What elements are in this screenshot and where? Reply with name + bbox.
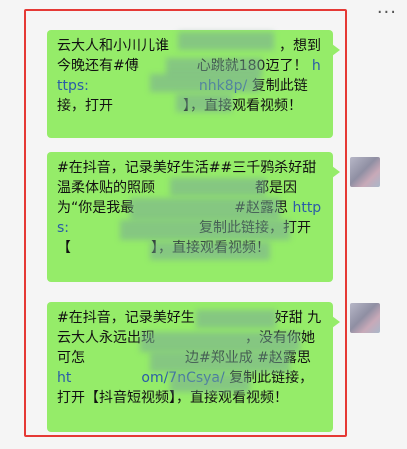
message-bubble-2[interactable]: #在抖音，记录美好生活##三千鸦杀好甜 温柔体贴的照顾 都是因为“你是我最 #赵露思… (47, 152, 340, 282)
message-bubble-1[interactable]: 云大人和小川儿谁 ，想到今晚还有#傅 心跳就180迈了！ https: nhk8p/ … (47, 30, 340, 138)
message-2-text-e: 】，直接观看视频！ (151, 240, 270, 256)
message-1-text-e: 】，直接观看视频！ (183, 98, 302, 114)
message-3-link-a[interactable]: ht (57, 370, 71, 386)
message-3-link-b[interactable]: om/7nCsya/ (141, 370, 224, 386)
message-3-text-a: #在抖音，记录美好生 (57, 310, 195, 326)
message-3-text-d: 边#郑业成 #赵露思 (185, 350, 311, 366)
message-1-link-b[interactable]: nhk8p/ (199, 78, 247, 94)
chat-message-list[interactable]: 云大人和小川儿谁 ，想到今晚还有#傅 心跳就180迈了！ https: nhk8p/ … (0, 0, 407, 449)
avatar[interactable] (350, 303, 380, 333)
message-1-text-c: 心跳就180迈了！ (196, 58, 308, 74)
message-bubble-3[interactable]: #在抖音，记录美好生 好甜 九云大人永远出现 ，没有你她可怎 边#郑业成 #赵露思 h… (47, 302, 340, 432)
avatar[interactable] (350, 157, 380, 187)
message-2-text-c: #赵露思 (234, 200, 288, 216)
message-1-text-a: 云大人和小川儿谁 (57, 38, 169, 54)
